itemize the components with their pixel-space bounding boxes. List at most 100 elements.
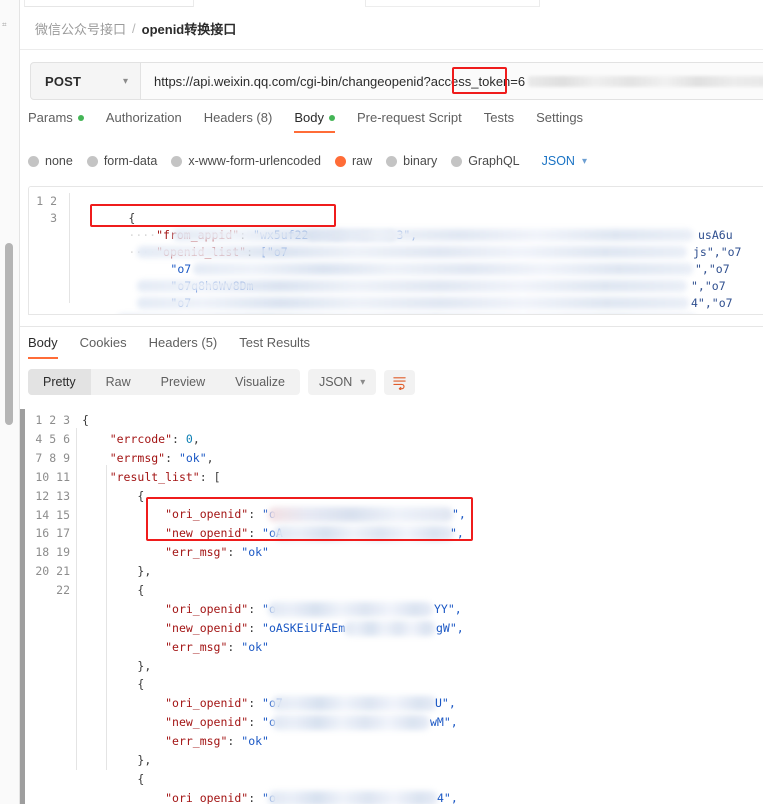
code-punct: : <box>248 715 263 730</box>
code-line: { <box>82 411 763 430</box>
request-url-input[interactable]: https://api.weixin.qq.com/cgi-bin/change… <box>141 63 763 99</box>
body-format-selector[interactable]: JSON ▾ <box>542 154 587 168</box>
request-tabs: Params Authorization Headers (8) Body Pr… <box>28 110 605 140</box>
code-line: "new_openid": "o wM", <box>82 713 763 732</box>
tab-authorization[interactable]: Authorization <box>106 110 196 133</box>
body-type-form-data[interactable]: form-data <box>86 154 158 168</box>
response-body-editor[interactable]: 1 2 3 4 5 6 7 8 9 10 11 12 13 14 15 16 1… <box>20 409 763 804</box>
json-key: "err_msg" <box>165 639 228 654</box>
redacted-openid <box>344 620 436 636</box>
breadcrumb-parent[interactable]: 微信公众号接口 <box>35 19 126 38</box>
word-wrap-icon <box>393 376 407 390</box>
response-tab-cookies[interactable]: Cookies <box>80 335 140 359</box>
response-view-modes: Pretty Raw Preview Visualize <box>28 369 300 395</box>
json-key: "err_msg" <box>165 545 228 560</box>
json-string: wM", <box>430 715 458 730</box>
code-text: { <box>137 677 145 692</box>
code-line: "errmsg": "ok", <box>82 449 763 468</box>
request-body-editor[interactable]: 1 2 3 { ····"from_appid": "wx5uf223", ··… <box>28 186 763 315</box>
code-punct: : <box>248 790 263 804</box>
response-tab-test-results-label: Test Results <box>239 335 311 350</box>
sidebar-scrollbar[interactable] <box>5 243 13 425</box>
json-string: U", <box>435 696 456 711</box>
response-format-selector[interactable]: JSON ▾ <box>307 369 377 395</box>
request-tab-item[interactable] <box>365 0 540 7</box>
request-tab-item[interactable] <box>24 0 194 7</box>
redacted-openid <box>117 314 697 315</box>
code-line: }, <box>82 751 763 770</box>
view-mode-visualize[interactable]: Visualize <box>220 369 300 395</box>
response-tab-body[interactable]: Body <box>28 335 71 359</box>
tab-settings[interactable]: Settings <box>536 110 597 133</box>
response-tabs: Body Cookies Headers (5) Test Results <box>28 335 332 359</box>
left-sidebar-rail: ⌗ <box>0 0 20 804</box>
response-pane: Body Cookies Headers (5) Test Results Pr… <box>20 326 763 804</box>
radio-icon-selected <box>335 155 346 167</box>
code-line: "err_msg": "ok" <box>82 638 763 657</box>
radio-icon <box>86 155 98 167</box>
code-line: { <box>82 675 763 694</box>
response-tab-test-results[interactable]: Test Results <box>239 335 323 359</box>
unsaved-dot-icon <box>328 114 335 121</box>
radio-icon <box>28 155 39 167</box>
code-punct: : <box>248 526 263 541</box>
json-key: "err_msg" <box>165 734 228 749</box>
code-text: }, <box>137 753 152 768</box>
json-number: 0 <box>185 431 193 446</box>
json-key: "new_openid" <box>165 715 249 730</box>
redacted-openid <box>173 229 693 241</box>
response-body-code: { "errcode": 0, "errmsg": "ok", "result_… <box>82 411 763 804</box>
body-type-none[interactable]: none <box>28 154 73 168</box>
code-line: }, <box>82 657 763 676</box>
body-type-form-data-label: form-data <box>103 154 158 168</box>
view-mode-preview-label: Preview <box>160 375 206 389</box>
json-string: YY", <box>434 601 462 616</box>
code-line: "ori_openid": "oYY", <box>82 600 763 619</box>
tab-strip <box>20 0 763 7</box>
view-mode-raw-label: Raw <box>105 375 131 389</box>
radio-icon <box>386 155 398 167</box>
body-type-urlencoded[interactable]: x-www-form-urlencoded <box>171 154 321 168</box>
response-scrollbar[interactable] <box>20 409 25 804</box>
tab-headers[interactable]: Headers (8) <box>204 110 287 133</box>
code-fold-guides <box>76 411 107 804</box>
tab-pre-request-script[interactable]: Pre-request Script <box>357 110 476 133</box>
req-overflow-text: usA6u <box>698 228 733 242</box>
response-toolbar: Pretty Raw Preview Visualize JSON ▾ <box>28 369 416 395</box>
response-tab-headers[interactable]: Headers (5) <box>149 335 231 359</box>
json-key: "ori_openid" <box>165 507 249 522</box>
tab-pre-request-script-label: Pre-request Script <box>356 110 462 125</box>
json-key: "ori_openid" <box>165 696 249 711</box>
response-tab-body-label: Body <box>28 335 58 350</box>
breadcrumb: 微信公众号接口 / openid转换接口 <box>20 7 763 50</box>
code-line: "ori_openid": "o4", <box>82 789 763 804</box>
code-line: "errcode": 0, <box>82 430 763 449</box>
code-line: "err_msg": "ok" <box>82 543 763 562</box>
view-mode-raw[interactable]: Raw <box>91 369 146 395</box>
redacted-token-value <box>528 75 763 87</box>
view-mode-pretty[interactable]: Pretty <box>28 369 91 395</box>
redacted-openid <box>268 601 433 617</box>
radio-icon <box>171 155 183 167</box>
tab-body[interactable]: Body <box>294 110 349 133</box>
body-type-binary-label: binary <box>403 154 438 168</box>
view-mode-preview[interactable]: Preview <box>146 369 220 395</box>
code-punct: : <box>248 507 263 522</box>
view-mode-pretty-label: Pretty <box>43 375 76 389</box>
body-type-none-label: none <box>45 154 73 168</box>
code-text: }, <box>137 564 152 579</box>
http-method-selector[interactable]: POST ▾ <box>31 63 141 99</box>
body-type-graphql[interactable]: GraphQL <box>451 154 520 168</box>
body-type-binary[interactable]: binary <box>386 154 437 168</box>
tab-tests[interactable]: Tests <box>484 110 528 133</box>
body-format-label: JSON <box>541 154 575 168</box>
tab-params[interactable]: Params <box>28 110 98 133</box>
body-type-raw-label: raw <box>352 154 373 168</box>
body-type-raw[interactable]: raw <box>335 154 372 168</box>
json-key: "errmsg" <box>109 450 166 465</box>
json-string: "oASKEiUfAEm <box>262 620 346 635</box>
sidebar-collapsed-glyph: ⌗ <box>2 20 7 29</box>
fold-guide-level-1 <box>76 428 77 770</box>
redacted-openid <box>137 246 687 258</box>
word-wrap-button[interactable] <box>384 369 416 395</box>
